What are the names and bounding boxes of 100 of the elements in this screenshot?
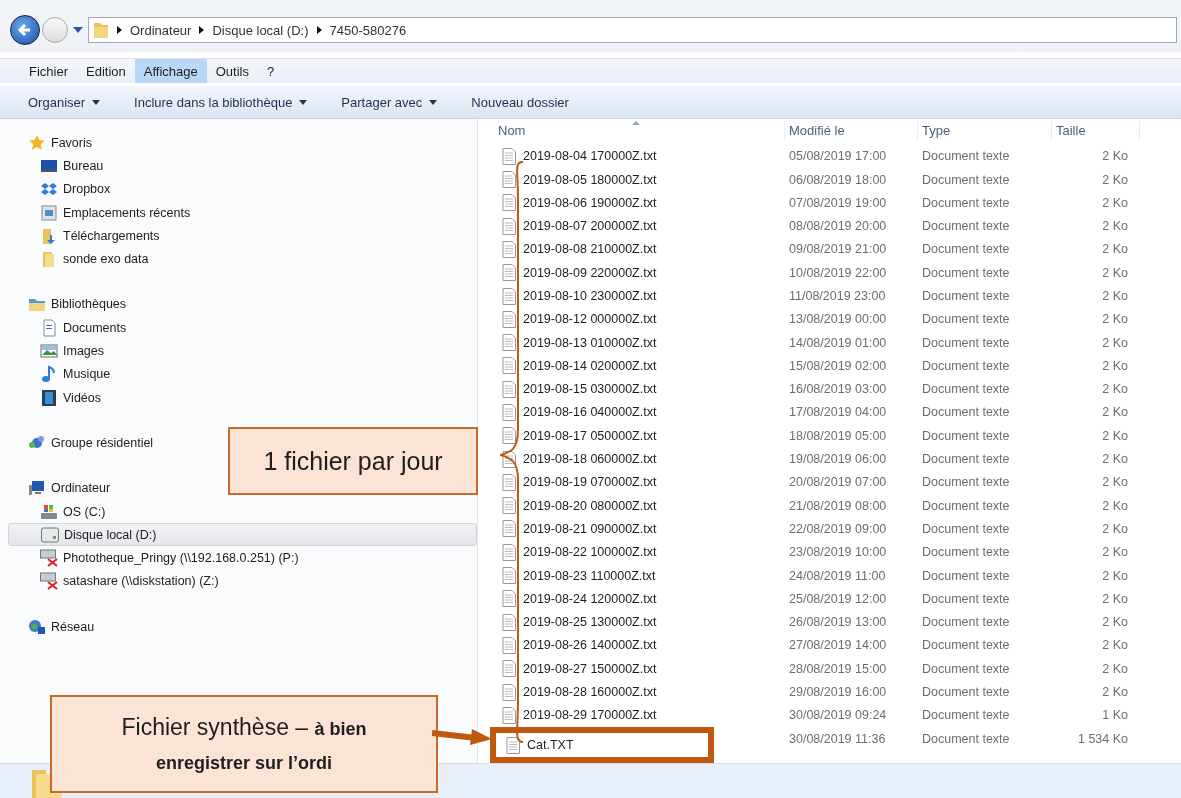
menu-item[interactable]: Edition	[77, 59, 135, 83]
file-row[interactable]: 2019-08-10 230000Z.txt 11/08/2019 23:00 Document texte 2 Ko	[478, 284, 1181, 308]
file-row[interactable]: 2019-08-15 030000Z.txt 16/08/2019 03:00 Document texte 2 Ko	[478, 377, 1181, 401]
column-header[interactable]: Taille	[1052, 120, 1140, 141]
table-cell-text: 2 Ko	[1101, 428, 1129, 443]
table-cell-text: 2 Ko	[1101, 358, 1129, 373]
file-row[interactable]: 2019-08-26 140000Z.txt 27/08/2019 14:00 Document texte 2 Ko	[478, 633, 1181, 658]
toolbar-button[interactable]: Inclure dans la bibliothèque	[134, 94, 308, 110]
nav-item[interactable]: sonde exo data	[8, 247, 149, 271]
file-row[interactable]: 2019-08-22 100000Z.txt 23/08/2019 10:00 Document texte 2 Ko	[478, 540, 1181, 564]
toolbar-button[interactable]: Partager avec	[341, 94, 438, 110]
table-cell-text: 2 Ko	[1101, 219, 1129, 234]
table-cell-text: Document texte	[921, 685, 1011, 700]
table-cell-text: 09/08/2019 21:00	[788, 242, 888, 257]
column-header[interactable]: Modifié le	[785, 120, 918, 141]
nav-item[interactable]: Musique	[8, 362, 111, 386]
file-row[interactable]: 2019-08-27 150000Z.txt 28/08/2019 15:00 Document texte 2 Ko	[478, 657, 1181, 681]
nav-item[interactable]: OS (C:)	[8, 499, 106, 524]
table-cell-text: 24/08/2019 11:00	[788, 568, 887, 583]
table-cell-text: 2 Ko	[1101, 638, 1129, 653]
music-note-icon	[40, 365, 58, 384]
highlighted-file-row[interactable]: Cat.TXT 30/08/2019 11:36 Document texte 1 534 Ko	[478, 727, 1181, 763]
menu-item[interactable]: Fichier	[20, 59, 77, 83]
toolbar-button[interactable]: Organiser	[28, 94, 101, 110]
back-button[interactable]	[10, 15, 40, 45]
nav-item[interactable]: Phototheque_Pringy (\\192.168.0.251) (P:)	[8, 546, 299, 570]
file-name: Cat.TXT	[527, 738, 574, 752]
file-row[interactable]: 2019-08-24 120000Z.txt 25/08/2019 12:00 Document texte 2 Ko	[478, 587, 1181, 611]
table-cell-text: 17/08/2019 04:00	[788, 405, 888, 420]
file-row[interactable]: 2019-08-13 010000Z.txt 14/08/2019 01:00 Document texte 2 Ko	[478, 330, 1181, 355]
text-file-icon	[506, 736, 520, 754]
table-cell-text: 27/08/2019 14:00	[788, 638, 888, 653]
file-row[interactable]: 2019-08-21 090000Z.txt 22/08/2019 09:00 Document texte 2 Ko	[478, 517, 1181, 541]
text-file-icon	[502, 310, 516, 328]
file-row[interactable]: 2019-08-28 160000Z.txt 29/08/2019 16:00 Document texte 2 Ko	[478, 680, 1181, 704]
table-cell-text: 18/08/2019 05:00	[788, 428, 888, 443]
text-file-icon	[502, 683, 516, 701]
column-header[interactable]: Type	[918, 120, 1052, 141]
nav-item[interactable]: Téléchargements	[8, 224, 160, 248]
file-row[interactable]: 2019-08-12 000000Z.txt 13/08/2019 00:00 Document texte 2 Ko	[478, 307, 1181, 331]
file-name: 2019-08-05 180000Z.txt	[523, 172, 657, 187]
table-cell-text: 2 Ko	[1101, 615, 1129, 630]
file-row[interactable]: 2019-08-23 110000Z.txt 24/08/2019 11:00 Document texte 2 Ko	[478, 563, 1181, 588]
file-row[interactable]: 2019-08-14 020000Z.txt 15/08/2019 02:00 Document texte 2 Ko	[478, 354, 1181, 378]
nav-item[interactable]: Bureau	[8, 154, 104, 178]
file-row[interactable]: 2019-08-05 180000Z.txt 06/08/2019 18:00 Document texte 2 Ko	[478, 167, 1181, 192]
menu-item[interactable]: Outils	[206, 59, 258, 83]
breadcrumb[interactable]: Disque local (D:)	[212, 22, 309, 38]
file-row[interactable]: 2019-08-06 190000Z.txt 07/08/2019 19:00 Document texte 2 Ko	[478, 191, 1181, 215]
nav-item[interactable]: Disque local (D:)	[8, 523, 477, 547]
file-row[interactable]: 2019-08-16 040000Z.txt 17/08/2019 04:00 Document texte 2 Ko	[478, 400, 1181, 425]
chevron-icon[interactable]	[199, 26, 205, 34]
table-cell-text: 2 Ko	[1101, 312, 1129, 327]
nav-item[interactable]: Favoris	[8, 131, 92, 155]
table-cell-text: Document texte	[921, 405, 1011, 420]
nav-item[interactable]: Groupe résidentiel	[8, 431, 154, 455]
table-cell-text: 2 Ko	[1101, 172, 1129, 187]
text-file-icon	[502, 706, 516, 724]
file-row[interactable]: 2019-08-04 170000Z.txt 05/08/2019 17:00 Document texte 2 Ko	[478, 144, 1181, 168]
chevron-icon[interactable]	[316, 26, 322, 34]
nav-item[interactable]: Ordinateur	[8, 476, 111, 500]
menu-item[interactable]: Affichage	[134, 59, 207, 83]
file-row[interactable]: 2019-08-07 200000Z.txt 08/08/2019 20:00 Document texte 2 Ko	[478, 214, 1181, 238]
file-name: 2019-08-16 040000Z.txt	[523, 405, 657, 420]
address-bar[interactable]: Ordinateur Disque local (D:) 7450-580276	[88, 17, 1177, 43]
toolbar-button[interactable]: Nouveau dossier	[471, 94, 569, 110]
table-cell-text: 2 Ko	[1101, 265, 1129, 280]
folder-icon	[93, 21, 109, 39]
nav-item[interactable]: Réseau	[8, 615, 95, 639]
nav-item[interactable]: Dropbox	[8, 177, 111, 201]
nav-item[interactable]: Documents	[8, 316, 127, 340]
file-row[interactable]: 2019-08-20 080000Z.txt 21/08/2019 08:00 Document texte 2 Ko	[478, 494, 1181, 518]
nav-item[interactable]: Emplacements récents	[8, 200, 191, 225]
table-cell-text: 16/08/2019 03:00	[788, 382, 888, 397]
file-row[interactable]: 2019-08-19 070000Z.txt 20/08/2019 07:00 Document texte 2 Ko	[478, 470, 1181, 495]
file-row[interactable]: 2019-08-25 130000Z.txt 26/08/2019 13:00 Document texte 2 Ko	[478, 610, 1181, 634]
nav-item[interactable]: Bibliothèques	[8, 292, 127, 317]
table-cell-text: Document texte	[921, 195, 1011, 210]
table-cell-text: Document texte	[921, 498, 1011, 513]
breadcrumb[interactable]: Ordinateur	[130, 22, 192, 38]
nav-item[interactable]: satashare (\\diskstation) (Z:)	[8, 569, 219, 594]
disconnected-drive-icon	[40, 549, 58, 568]
file-row[interactable]: 2019-08-29 170000Z.txt 30/08/2019 09:24 Document texte 1 Ko	[478, 703, 1181, 727]
table-cell-text: 2 Ko	[1101, 521, 1129, 536]
callout-text: Fichier synthèse – à bien enregistrer sur l’ordi	[120, 712, 368, 775]
drive-icon	[41, 525, 59, 544]
file-row[interactable]: 2019-08-18 060000Z.txt 19/08/2019 06:00 Document texte 2 Ko	[478, 447, 1181, 471]
file-name: 2019-08-19 070000Z.txt	[523, 475, 657, 490]
file-name: 2019-08-13 010000Z.txt	[523, 335, 657, 350]
caret-icon[interactable]	[73, 27, 83, 33]
file-name: 2019-08-23 110000Z.txt	[523, 568, 656, 583]
table-cell-text: Document texte	[921, 638, 1011, 653]
file-row[interactable]: 2019-08-08 210000Z.txt 09/08/2019 21:00 Document texte 2 Ko	[478, 237, 1181, 262]
menu-item[interactable]: ?	[257, 59, 284, 83]
file-row[interactable]: 2019-08-09 220000Z.txt 10/08/2019 22:00 Document texte 2 Ko	[478, 261, 1181, 285]
chevron-icon[interactable]	[117, 26, 122, 34]
file-row[interactable]: 2019-08-17 050000Z.txt 18/08/2019 05:00 Document texte 2 Ko	[478, 424, 1181, 448]
nav-item[interactable]: Images	[8, 339, 104, 363]
nav-item[interactable]: Vidéos	[8, 385, 101, 410]
breadcrumb[interactable]: 7450-580276	[329, 22, 407, 38]
